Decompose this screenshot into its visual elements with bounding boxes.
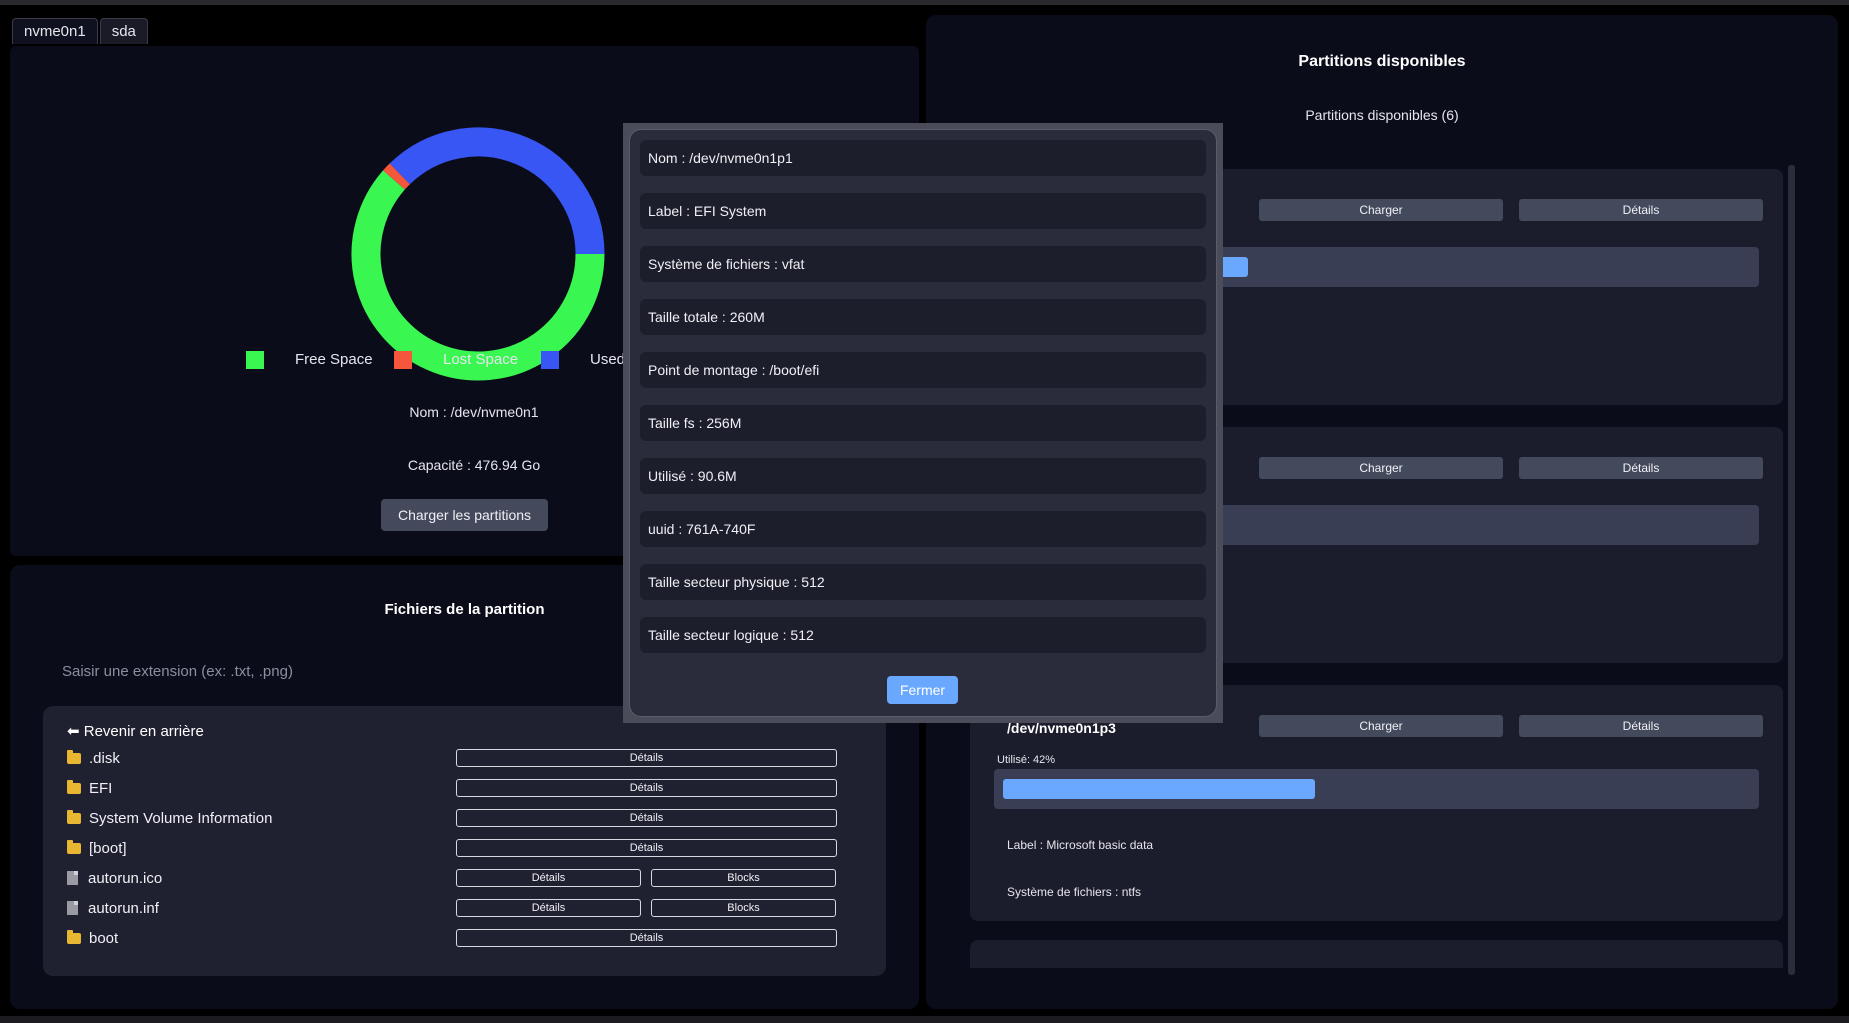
legend-label-free: Free Space [295,351,373,368]
legend-swatch-lost [394,351,412,369]
donut-slice-lost-space [383,163,411,190]
partition-details-modal: Nom : /dev/nvme0n1p1 Label : EFI System Sy… [629,129,1217,717]
file-details-button[interactable]: Détails [456,809,837,827]
window-bottom-border [0,1016,1849,1023]
extension-filter-input[interactable] [60,659,624,683]
folder-icon [67,809,81,824]
file-name: [boot] [89,839,127,857]
load-partition-button[interactable]: Charger [1259,715,1503,737]
file-list-item[interactable]: EFI [67,777,112,799]
file-icon [67,901,78,915]
legend-swatch-free [246,351,264,369]
partitions-count: Partitions disponibles (6) [1305,107,1459,123]
modal-detail-row: Utilisé : 90.6M [640,458,1206,494]
load-partition-button[interactable]: Charger [1259,199,1503,221]
modal-detail-row: Système de fichiers : vfat [640,246,1206,282]
disk-tabs: nvme0n1 sda [12,18,148,44]
modal-detail-row: Nom : /dev/nvme0n1p1 [640,140,1206,176]
disk-capacity: Capacité : 476.94 Go [407,457,541,473]
window-top-border [0,0,1849,5]
modal-detail-row: Taille secteur logique : 512 [640,617,1206,653]
file-details-button[interactable]: Détails [456,749,837,767]
legend-label-lost: Lost Space [443,351,519,368]
file-name: autorun.ico [88,869,163,887]
modal-detail-row: Taille totale : 260M [640,299,1206,335]
back-link[interactable]: ⬅ Revenir en arrière [67,722,204,740]
donut-slice-used [389,127,605,255]
modal-detail-row: Taille secteur physique : 512 [640,564,1206,600]
tab-sda[interactable]: sda [99,18,148,44]
folder-icon [67,839,81,854]
disk-usage-donut-chart [351,127,605,381]
file-name: boot [89,929,119,947]
partition-details-button[interactable]: Détails [1519,199,1763,221]
file-list-item[interactable]: boot [67,927,118,949]
partition-usage-bar-fill [1003,779,1315,799]
file-details-button[interactable]: Détails [456,869,641,887]
legend-swatch-used [541,351,559,369]
file-list-item[interactable]: autorun.inf [67,897,159,919]
modal-detail-row: Taille fs : 256M [640,405,1206,441]
legend-label-used: Used [590,351,626,368]
file-name: autorun.inf [88,899,159,917]
file-list-item[interactable]: autorun.ico [67,867,162,889]
file-list-item[interactable]: [boot] [67,837,127,859]
partitions-title: Partitions disponibles [1298,53,1466,70]
tab-nvme0n1[interactable]: nvme0n1 [12,18,98,44]
file-details-button[interactable]: Détails [456,899,641,917]
file-blocks-button[interactable]: Blocks [651,899,836,917]
load-partition-button[interactable]: Charger [1259,457,1503,479]
folder-icon [67,779,81,794]
file-name: System Volume Information [89,809,273,827]
donut-slice-free-space [351,170,605,381]
partitions-scrollbar[interactable] [1788,165,1795,975]
partition-filesystem: Système de fichiers : ntfs [1007,885,1142,899]
file-details-button[interactable]: Détails [456,839,837,857]
disk-name: Nom : /dev/nvme0n1 [409,404,539,420]
load-partitions-button[interactable]: Charger les partitions [381,499,548,531]
folder-icon [67,749,81,764]
file-blocks-button[interactable]: Blocks [651,869,836,887]
file-name: EFI [89,779,113,797]
file-details-button[interactable]: Détails [456,779,837,797]
close-modal-button[interactable]: Fermer [887,676,958,704]
file-name: .disk [89,749,120,767]
partition-usage-bar [994,769,1759,809]
modal-detail-row: Label : EFI System [640,193,1206,229]
modal-detail-row: uuid : 761A-740F [640,511,1206,547]
file-list-item[interactable]: .disk [67,747,120,769]
file-list: ⬅ Revenir en arrière .disk Détails EFI Déta… [43,706,886,976]
modal-detail-row: Point de montage : /boot/efi [640,352,1206,388]
partition-details-button[interactable]: Détails [1519,715,1763,737]
partition-label: Label : Microsoft basic data [1007,838,1154,852]
partition-card [970,940,1783,968]
partition-details-button[interactable]: Détails [1519,457,1763,479]
file-details-button[interactable]: Détails [456,929,837,947]
folder-icon [67,929,81,944]
file-list-item[interactable]: System Volume Information [67,807,272,829]
file-icon [67,871,78,885]
partition-usage-label: Utilisé: 42% [997,754,1056,766]
